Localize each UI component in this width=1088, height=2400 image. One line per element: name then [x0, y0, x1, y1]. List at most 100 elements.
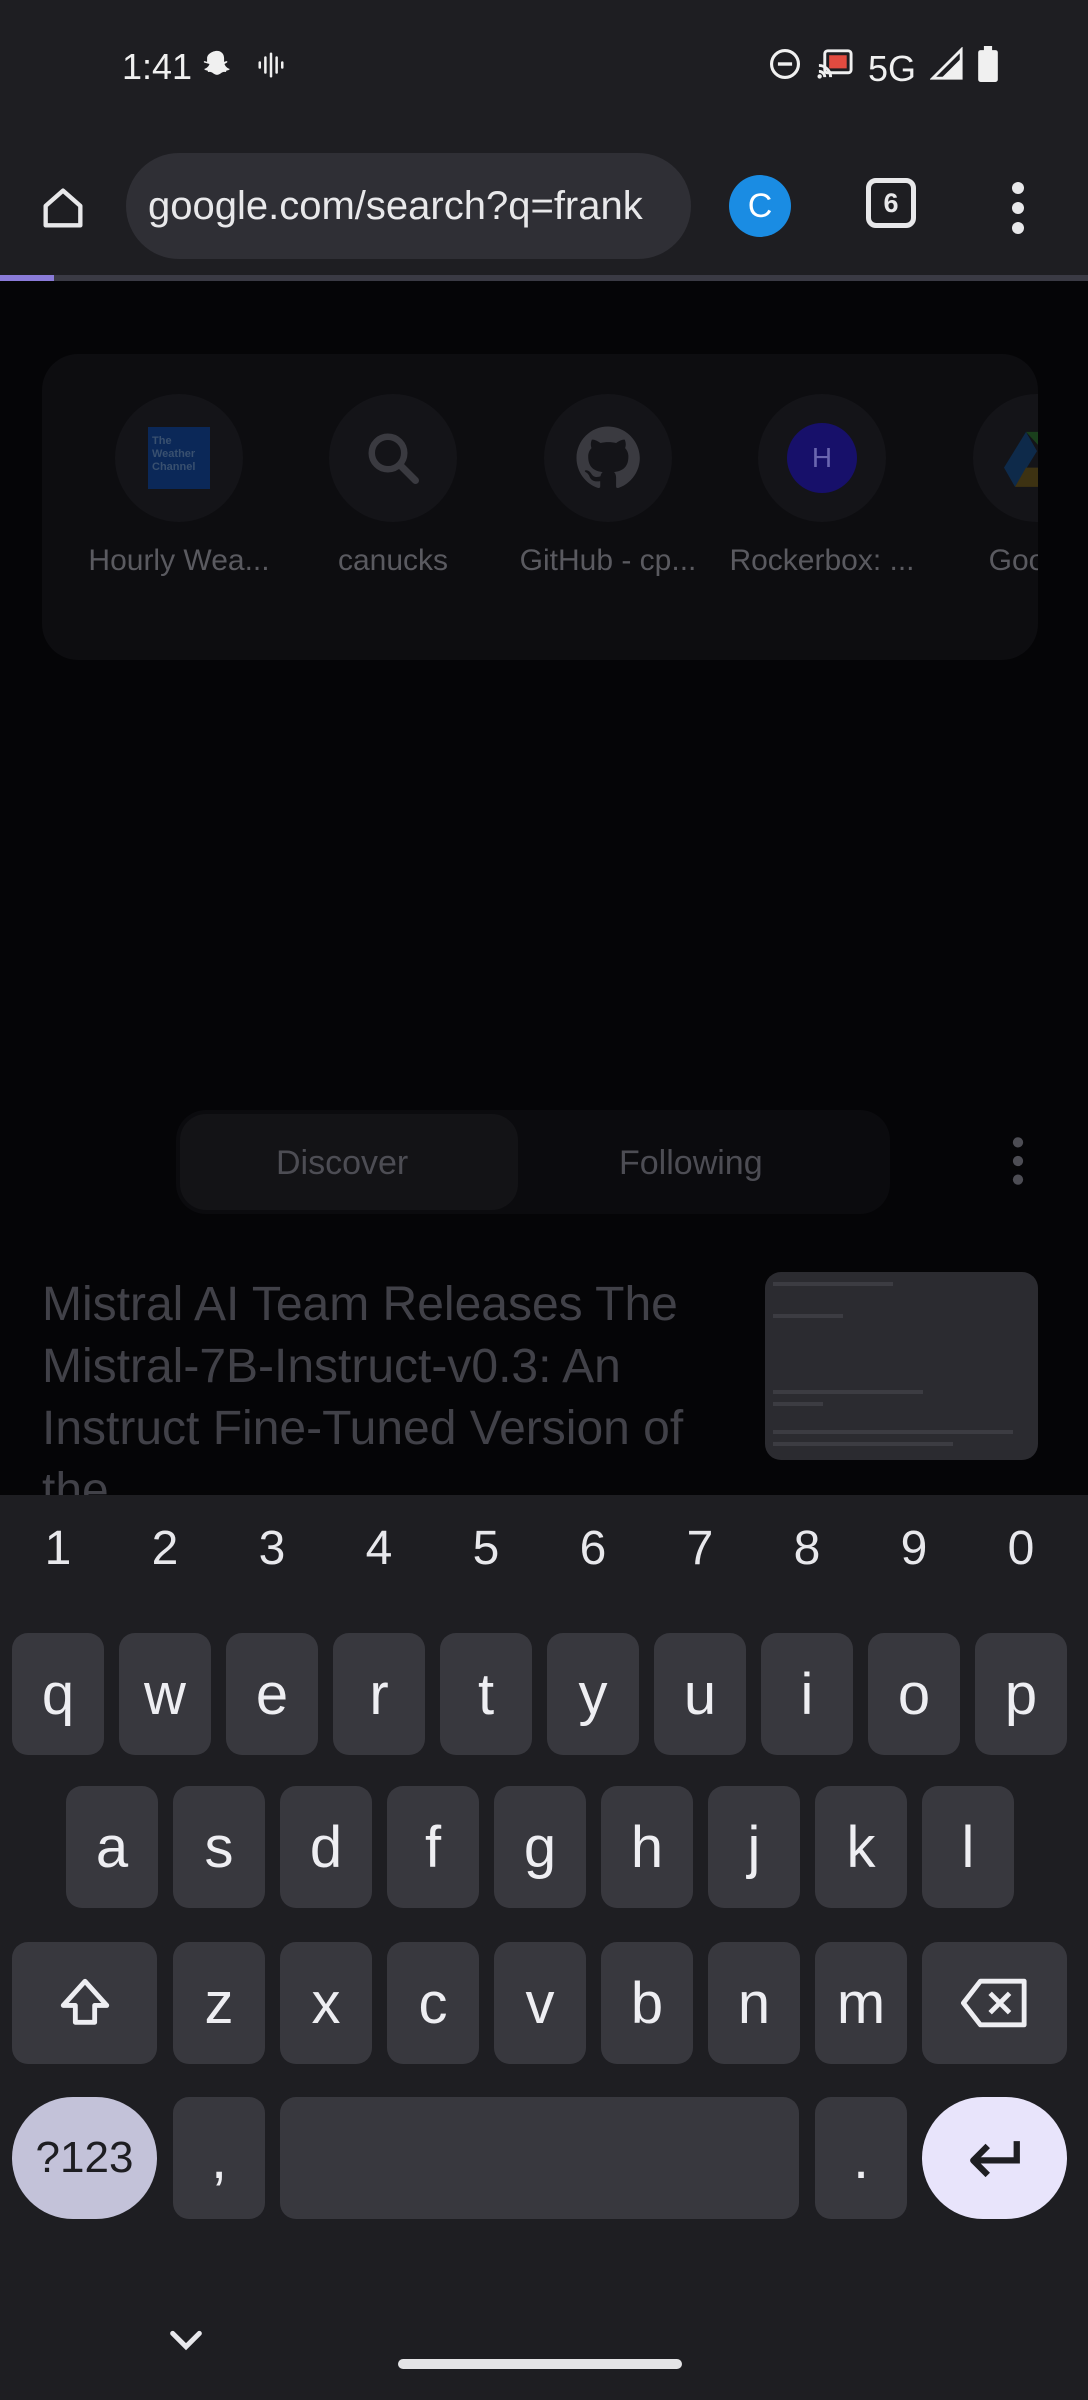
shortcut-label: Google [988, 544, 1038, 577]
key-j[interactable]: j [708, 1786, 800, 1908]
key-h[interactable]: h [601, 1786, 693, 1908]
tab-following[interactable]: Following [619, 1144, 763, 1183]
thumbnail-line [773, 1314, 843, 1318]
key-r[interactable]: r [333, 1633, 425, 1755]
article-title[interactable]: Mistral AI Team Releases The Mistral-7B-… [42, 1274, 722, 1495]
key-v[interactable]: v [494, 1942, 586, 2064]
home-button[interactable] [30, 175, 96, 241]
shift-key[interactable] [12, 1942, 157, 2064]
hide-keyboard-button[interactable] [166, 2325, 206, 2355]
shift-icon [60, 1978, 109, 2025]
key-6[interactable]: 6 [563, 1521, 623, 1576]
shortcut-label: canucks [337, 544, 449, 577]
key-g[interactable]: g [494, 1786, 586, 1908]
chevron-down-icon [170, 2330, 202, 2351]
key-y[interactable]: y [547, 1633, 639, 1755]
key-3[interactable]: 3 [242, 1521, 302, 1576]
shortcut-tile[interactable]: The Weather Channel Hourly Wea... [84, 394, 274, 578]
key-q[interactable]: q [12, 1633, 104, 1755]
shortcut-tile[interactable]: canucks [298, 394, 488, 578]
tab-discover[interactable]: Discover [276, 1144, 408, 1183]
key-f[interactable]: f [387, 1786, 479, 1908]
key-8[interactable]: 8 [777, 1521, 837, 1576]
period-key[interactable]: . [815, 2097, 907, 2219]
weather-channel-icon: The Weather Channel [115, 394, 243, 522]
browser-toolbar: google.com/search?q=frank C 6 [0, 135, 1088, 277]
home-icon [43, 188, 83, 228]
status-bar: 1:41 5G [0, 0, 1088, 135]
key-z[interactable]: z [173, 1942, 265, 2064]
key-1[interactable]: 1 [28, 1521, 88, 1576]
network-type: 5G [867, 47, 916, 89]
key-a[interactable]: a [66, 1786, 158, 1908]
enter-key[interactable] [922, 2097, 1067, 2219]
signal-icon [929, 46, 964, 90]
backspace-key[interactable] [922, 1942, 1067, 2064]
shortcut-tile[interactable]: GitHub - cp... [513, 394, 703, 578]
shortcut-tile[interactable]: Google [942, 394, 1038, 578]
key-d[interactable]: d [280, 1786, 372, 1908]
key-e[interactable]: e [226, 1633, 318, 1755]
key-l[interactable]: l [922, 1786, 1014, 1908]
key-w[interactable]: w [119, 1633, 211, 1755]
space-key[interactable] [280, 2097, 799, 2219]
key-9[interactable]: 9 [884, 1521, 944, 1576]
thumbnail-line [773, 1430, 1013, 1434]
thumbnail-line [773, 1282, 893, 1286]
do-not-disturb-icon [768, 47, 802, 90]
key-5[interactable]: 5 [456, 1521, 516, 1576]
google-drive-icon [973, 394, 1038, 522]
key-i[interactable]: i [761, 1633, 853, 1755]
rockerbox-icon: H [758, 394, 886, 522]
tab-switcher-button[interactable]: 6 [866, 178, 916, 228]
battery-icon [978, 46, 998, 91]
more-vert-icon [1012, 182, 1024, 234]
weather-channel-logo: The Weather Channel [148, 427, 210, 489]
overflow-menu-button[interactable] [1000, 178, 1036, 238]
feed-tabs: Discover Following [176, 1110, 890, 1214]
url-text: google.com/search?q=frank [148, 183, 643, 228]
thumbnail-line [773, 1442, 953, 1446]
status-right: 5G [768, 46, 998, 91]
enter-icon [969, 2141, 1020, 2178]
key-0[interactable]: 0 [991, 1521, 1051, 1576]
key-o[interactable]: o [868, 1633, 960, 1755]
shortcut-label: Rockerbox: ... [729, 544, 915, 577]
thumbnail-line [773, 1390, 923, 1394]
cast-icon [816, 47, 854, 90]
search-icon [329, 394, 457, 522]
key-x[interactable]: x [280, 1942, 372, 2064]
key-k[interactable]: k [815, 1786, 907, 1908]
article-thumbnail[interactable] [765, 1272, 1038, 1460]
key-n[interactable]: n [708, 1942, 800, 2064]
symbols-key[interactable]: ?123 [12, 2097, 157, 2219]
key-s[interactable]: s [173, 1786, 265, 1908]
github-icon [544, 394, 672, 522]
account-avatar-button[interactable]: C [729, 175, 791, 237]
more-vert-icon [1012, 1137, 1024, 1185]
gesture-navigation-bar[interactable] [398, 2359, 682, 2369]
shortcut-tile[interactable]: H Rockerbox: ... [727, 394, 917, 578]
soft-keyboard: 1 2 3 4 5 6 7 8 9 0 q w e r t y u i o p … [0, 1495, 1088, 2400]
key-p[interactable]: p [975, 1633, 1067, 1755]
key-4[interactable]: 4 [349, 1521, 409, 1576]
shortcuts-card: The Weather Channel Hourly Wea... canuck… [42, 354, 1038, 660]
comma-key[interactable]: , [173, 2097, 265, 2219]
voice-activity-icon [256, 50, 286, 85]
key-2[interactable]: 2 [135, 1521, 195, 1576]
status-time: 1:41 [122, 46, 193, 87]
key-7[interactable]: 7 [670, 1521, 730, 1576]
rockerbox-letter: H [787, 423, 857, 493]
key-t[interactable]: t [440, 1633, 532, 1755]
key-b[interactable]: b [601, 1942, 693, 2064]
address-bar[interactable]: google.com/search?q=frank [126, 153, 691, 259]
thumbnail-line [773, 1402, 823, 1406]
shortcut-label: GitHub - cp... [519, 544, 697, 577]
snapchat-icon [200, 48, 234, 87]
key-c[interactable]: c [387, 1942, 479, 2064]
status-left-icons [200, 48, 286, 87]
screen: 1:41 5G google.com/search?q=frank C 6 Th… [0, 0, 1088, 2400]
key-m[interactable]: m [815, 1942, 907, 2064]
key-u[interactable]: u [654, 1633, 746, 1755]
feed-options-button[interactable] [1010, 1133, 1026, 1189]
